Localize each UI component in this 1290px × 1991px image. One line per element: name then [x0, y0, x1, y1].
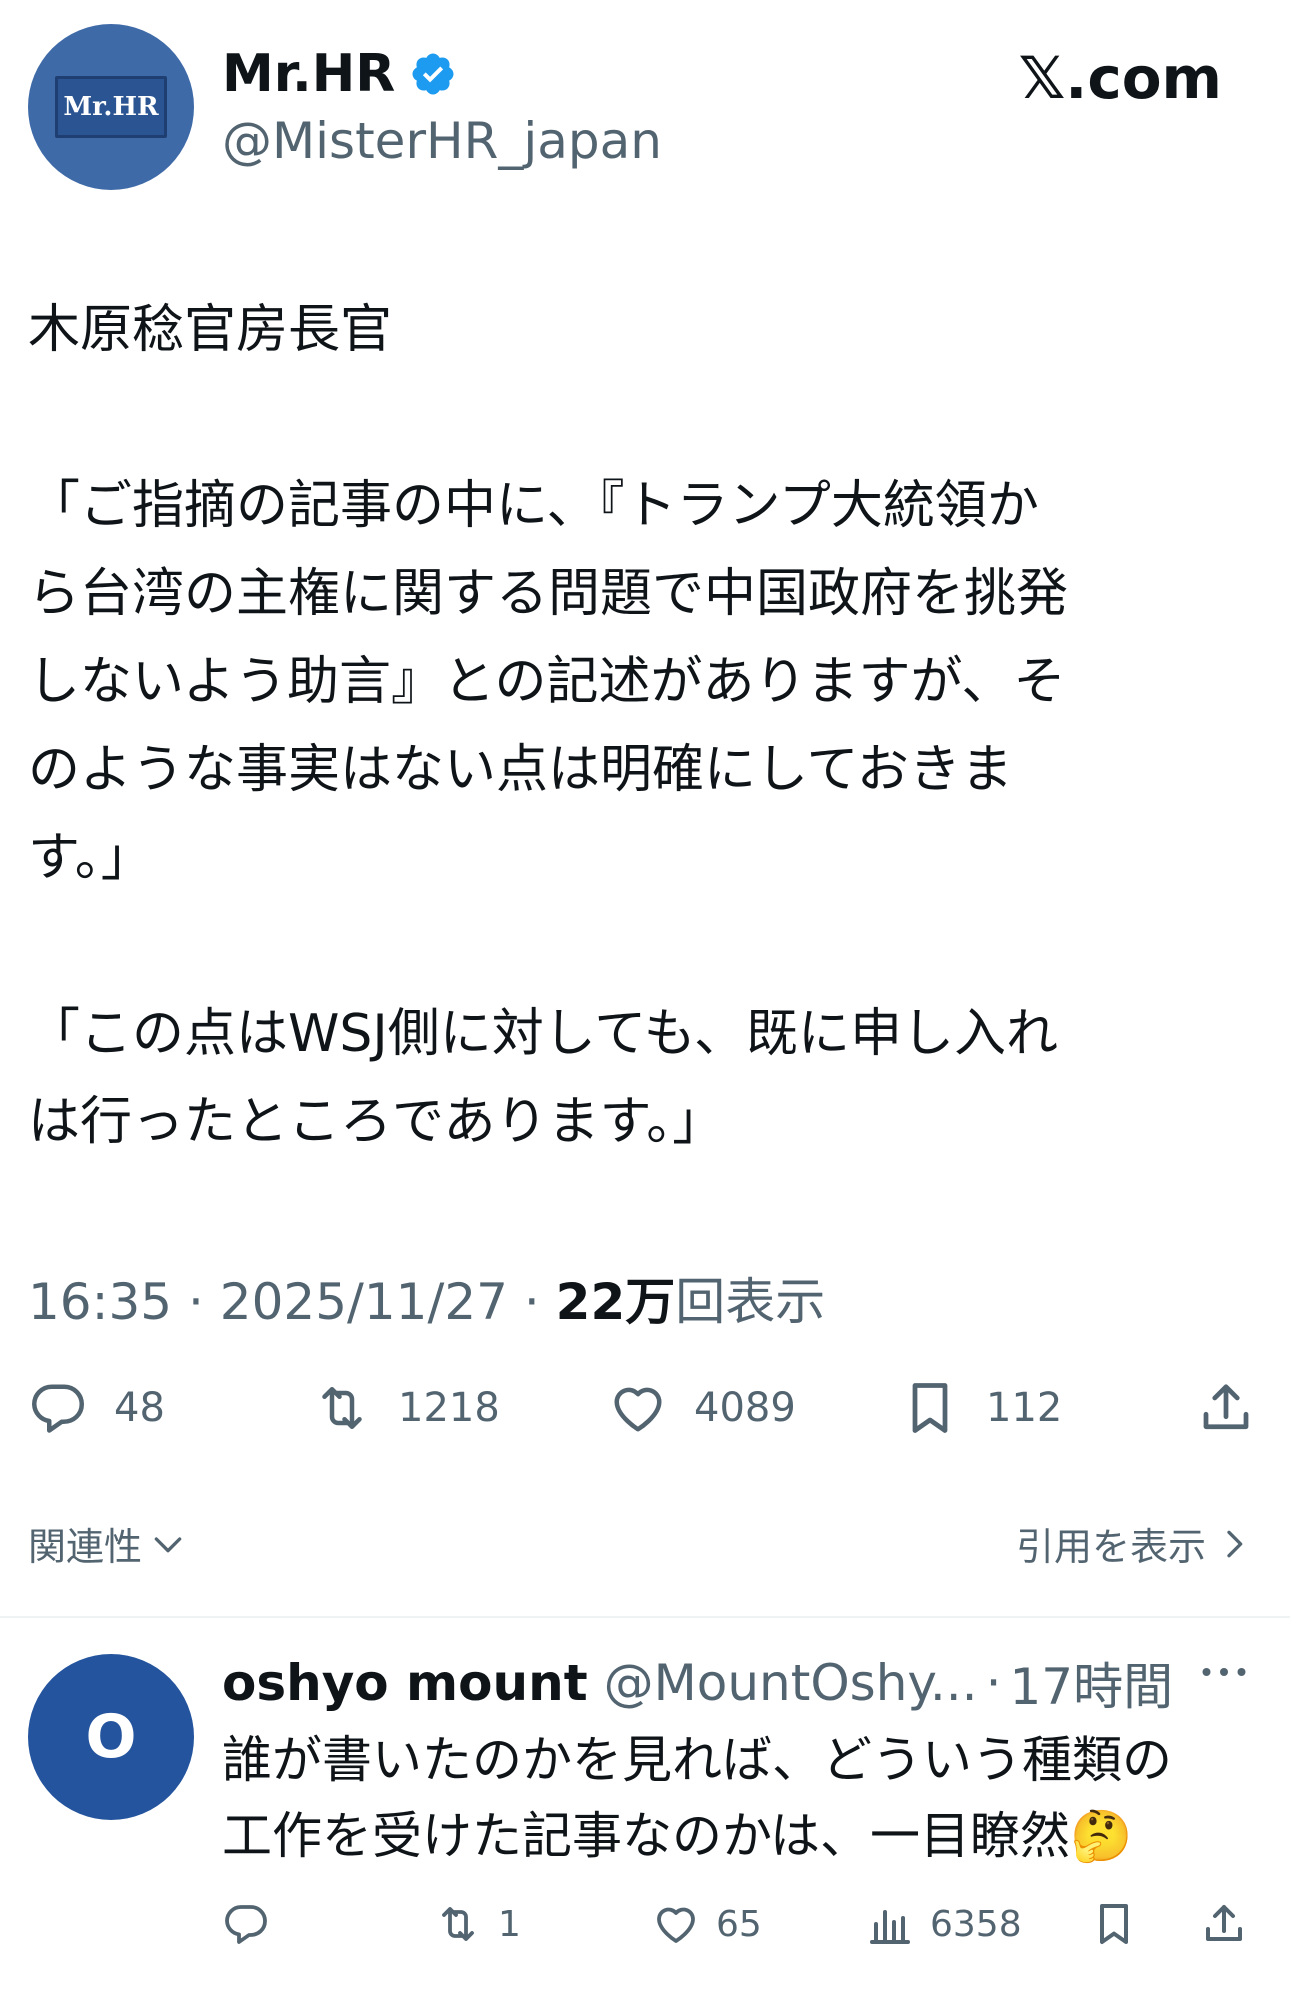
more-options-icon[interactable] — [1194, 1642, 1254, 1702]
tweet-meta: 16:35 · 2025/11/27 · 22万 回表示 — [28, 1262, 825, 1334]
repost-count: 1218 — [398, 1385, 500, 1431]
share-icon — [1203, 1384, 1249, 1430]
tweet-text: 木原稔官房長官 「ご指摘の記事の中に、『トランプ大統領か ら台湾の主権に関する問… — [28, 300, 1069, 1152]
view-quotes-label: 引用を表示 — [1015, 1525, 1206, 1569]
tweet-date[interactable]: 2025/11/27 — [220, 1273, 508, 1331]
author-handle[interactable]: @MisterHR_japan — [222, 112, 662, 170]
reply-avatar[interactable]: O — [28, 1654, 194, 1820]
sort-relevance-button[interactable]: 関連性 — [28, 1516, 188, 1571]
verified-badge-icon — [412, 53, 454, 95]
views-label: 回表示 — [675, 1273, 826, 1331]
x-brand-logo: 𝕏.com — [1018, 44, 1222, 112]
reply-dot: · — [985, 1654, 1002, 1712]
share-button[interactable] — [1196, 1372, 1256, 1444]
reply-like-count: 65 — [716, 1903, 762, 1945]
reply-like-button[interactable]: 65 — [652, 1894, 762, 1954]
share-icon — [1206, 1905, 1242, 1941]
tweet-header: Mr.HR Mr.HR @MisterHR_japan 𝕏.com — [0, 0, 1290, 230]
heart-icon — [614, 1387, 662, 1432]
author-avatar[interactable]: Mr.HR — [28, 24, 194, 190]
replies-sort-row: 関連性 引用を表示 — [0, 1516, 1290, 1576]
tweet-time[interactable]: 16:35 — [28, 1273, 172, 1331]
reply-count: 48 — [114, 1385, 165, 1431]
repost-button[interactable]: 1218 — [312, 1372, 500, 1444]
repost-icon — [442, 1907, 474, 1941]
like-count: 4089 — [694, 1385, 796, 1431]
bookmark-count: 112 — [986, 1385, 1063, 1431]
views-count: 22万 — [555, 1273, 676, 1331]
reply-author-name[interactable]: oshyo mount — [222, 1654, 588, 1712]
view-quotes-link[interactable]: 引用を表示 — [1016, 1516, 1254, 1571]
reply-text: 誰が書いたのかを見れば、どういう種類の 工作を受けた記事なのかは、一目瞭然🤔 — [222, 1731, 1172, 1865]
like-button[interactable]: 4089 — [608, 1372, 796, 1444]
reply-repost-count: 1 — [498, 1903, 521, 1945]
avatar-text: Mr.HR — [63, 92, 159, 122]
reply-item[interactable]: O oshyo mount @MountOshy... · 17時間 誰が書いた… — [0, 1618, 1290, 1991]
reply-views-count: 6358 — [930, 1903, 1022, 1945]
meta-separator-2: · — [507, 1273, 556, 1331]
reply-header: oshyo mount @MountOshy... · 17時間 — [222, 1648, 1262, 1718]
analytics-icon — [870, 1910, 910, 1944]
sort-label: 関連性 — [28, 1525, 143, 1569]
reply-repost-button[interactable]: 1 — [434, 1894, 521, 1954]
author-name-row: Mr.HR — [222, 44, 457, 104]
chevron-down-icon — [154, 1536, 182, 1552]
reply-time[interactable]: 17時間 — [1009, 1648, 1173, 1718]
repost-icon — [322, 1387, 362, 1429]
reply-reply-button[interactable] — [222, 1894, 286, 1954]
reply-button[interactable]: 48 — [28, 1372, 165, 1444]
reply-views-button[interactable]: 6358 — [866, 1894, 1022, 1954]
reply-avatar-letter: O — [85, 1702, 137, 1772]
tweet-action-bar: 48 1218 4089 112 — [0, 1372, 1290, 1452]
chevron-right-icon — [1227, 1530, 1243, 1557]
meta-separator: · — [172, 1273, 220, 1331]
reply-action-bar: 1 65 6358 — [0, 1894, 1290, 1954]
reply-icon — [225, 1905, 267, 1944]
avatar-plate: Mr.HR — [55, 76, 167, 138]
reply-share-button[interactable] — [1200, 1894, 1248, 1954]
reply-icon — [32, 1384, 84, 1433]
bookmark-icon — [1100, 1904, 1128, 1944]
bookmark-button[interactable]: 112 — [900, 1372, 1062, 1444]
bookmark-icon — [912, 1383, 948, 1433]
heart-icon — [657, 1907, 695, 1943]
reply-bookmark-button[interactable] — [1090, 1894, 1138, 1954]
author-display-name[interactable]: Mr.HR — [222, 44, 395, 104]
reply-author-handle[interactable]: @MountOshy... — [604, 1654, 978, 1712]
